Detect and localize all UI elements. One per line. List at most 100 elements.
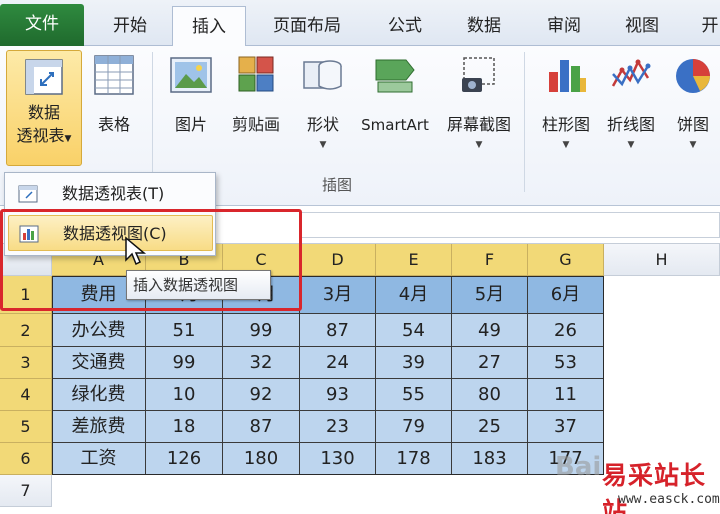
- column-chart-button[interactable]: 柱形图 ▼: [534, 52, 598, 152]
- tab-review[interactable]: 审阅: [526, 6, 602, 46]
- table-cell[interactable]: 87: [223, 411, 300, 443]
- row-header-1[interactable]: 1: [0, 276, 52, 314]
- table-cell[interactable]: 绿化费: [52, 379, 146, 411]
- table-cell[interactable]: 126: [146, 443, 223, 475]
- column-header-d[interactable]: D: [300, 244, 376, 276]
- column-header-h[interactable]: H: [604, 244, 720, 276]
- smartart-button[interactable]: SmartArt: [352, 52, 438, 138]
- table-cell[interactable]: 130: [300, 443, 376, 475]
- table-cell[interactable]: 24: [300, 347, 376, 379]
- table-cell[interactable]: 99: [223, 314, 300, 347]
- shapes-button[interactable]: 形状 ▼: [296, 52, 350, 152]
- pivot-table-icon: [25, 59, 63, 95]
- pivot-table-icon: [18, 185, 38, 203]
- table-cell[interactable]: 26: [528, 314, 604, 347]
- chevron-down-icon: ▼: [319, 140, 327, 150]
- smartart-icon: [375, 59, 415, 93]
- table-cell[interactable]: 183: [452, 443, 528, 475]
- watermark-baidu: Bai: [555, 452, 602, 482]
- tab-developer[interactable]: 开: [690, 6, 720, 46]
- tab-data[interactable]: 数据: [446, 6, 522, 46]
- tab-formulas[interactable]: 公式: [368, 6, 442, 46]
- picture-button[interactable]: 图片: [164, 52, 218, 138]
- row-header-2[interactable]: 2: [0, 314, 52, 347]
- tab-home[interactable]: 开始: [90, 6, 170, 46]
- pivot-table-button[interactable]: 数据 透视表▼: [6, 50, 82, 166]
- excel-window: 文件 开始 插入 页面布局 公式 数据 审阅 视图 开 数据 透视表▼ 表格 图…: [0, 0, 720, 514]
- tab-file[interactable]: 文件: [0, 4, 84, 46]
- tooltip: 插入数据透视图: [126, 270, 271, 300]
- table-cell[interactable]: 工资: [52, 443, 146, 475]
- table-cell[interactable]: 55: [376, 379, 452, 411]
- table-cell[interactable]: 93: [300, 379, 376, 411]
- table-cell[interactable]: 53: [528, 347, 604, 379]
- table-button[interactable]: 表格: [88, 52, 140, 138]
- pie-chart-icon: [676, 59, 710, 93]
- menu-item-pivot-chart[interactable]: 数据透视图(C): [8, 215, 213, 251]
- row-header-7[interactable]: 7: [0, 475, 52, 507]
- chevron-down-icon: ▼: [627, 140, 635, 150]
- table-cell[interactable]: 49: [452, 314, 528, 347]
- column-header-f[interactable]: F: [452, 244, 528, 276]
- picture-icon: [170, 57, 212, 93]
- row-header-4[interactable]: 4: [0, 379, 52, 411]
- table-header-cell[interactable]: 3月: [300, 276, 376, 314]
- tab-insert[interactable]: 插入: [172, 6, 246, 47]
- group-label-illustrations: 插图: [322, 176, 353, 194]
- menu-item-label: 数据透视图(C): [63, 224, 167, 243]
- table-cell[interactable]: 39: [376, 347, 452, 379]
- chevron-down-icon: ▼: [689, 140, 697, 150]
- table-cell[interactable]: 25: [452, 411, 528, 443]
- table-cell[interactable]: 54: [376, 314, 452, 347]
- ribbon-separator: [152, 52, 153, 192]
- row-header-3[interactable]: 3: [0, 347, 52, 379]
- table-cell[interactable]: 37: [528, 411, 604, 443]
- table-header-cell[interactable]: 4月: [376, 276, 452, 314]
- tab-page-layout[interactable]: 页面布局: [252, 6, 362, 46]
- watermark-url: www.easck.com: [618, 492, 720, 507]
- line-chart-button[interactable]: 折线图 ▼: [600, 52, 662, 152]
- pivot-table-label-1: 数据: [27, 103, 60, 122]
- tab-view[interactable]: 视图: [604, 6, 680, 46]
- table-cell[interactable]: 80: [452, 379, 528, 411]
- table-cell[interactable]: 79: [376, 411, 452, 443]
- screenshot-icon: [462, 57, 495, 92]
- table-label: 表格: [97, 115, 130, 134]
- mouse-cursor-icon: [125, 236, 147, 266]
- table-cell[interactable]: 51: [146, 314, 223, 347]
- table-header-cell[interactable]: 6月: [528, 276, 604, 314]
- pie-chart-button[interactable]: 饼图 ▼: [666, 52, 720, 152]
- picture-label: 图片: [174, 115, 207, 134]
- table-cell[interactable]: 180: [223, 443, 300, 475]
- table-cell[interactable]: 差旅费: [52, 411, 146, 443]
- menu-item-pivot-table[interactable]: 数据透视表(T): [8, 176, 213, 212]
- watermark: Bai 易采站长站 www.easck.com: [550, 450, 720, 514]
- column-chart-label: 柱形图: [541, 115, 590, 134]
- chevron-down-icon: ▼: [562, 140, 570, 150]
- table-cell[interactable]: 92: [223, 379, 300, 411]
- row-header-5[interactable]: 5: [0, 411, 52, 443]
- screenshot-button[interactable]: 屏幕截图 ▼: [440, 52, 518, 152]
- table-cell[interactable]: 23: [300, 411, 376, 443]
- column-chart-icon: [549, 60, 586, 92]
- table-header-cell[interactable]: 5月: [452, 276, 528, 314]
- table-cell[interactable]: 10: [146, 379, 223, 411]
- table-cell[interactable]: 交通费: [52, 347, 146, 379]
- row-header-6[interactable]: 6: [0, 443, 52, 475]
- table-cell[interactable]: 11: [528, 379, 604, 411]
- table-cell[interactable]: 办公费: [52, 314, 146, 347]
- formula-input[interactable]: [300, 212, 720, 238]
- table-cell[interactable]: 99: [146, 347, 223, 379]
- table-icon: [94, 55, 134, 95]
- column-header-g[interactable]: G: [528, 244, 604, 276]
- table-cell[interactable]: 32: [223, 347, 300, 379]
- column-header-e[interactable]: E: [376, 244, 452, 276]
- pivot-chart-icon: [19, 225, 39, 243]
- pie-chart-label: 饼图: [676, 115, 709, 134]
- clipart-button[interactable]: 剪贴画: [224, 52, 288, 138]
- chevron-down-icon: ▼: [475, 140, 483, 150]
- table-cell[interactable]: 27: [452, 347, 528, 379]
- table-cell[interactable]: 87: [300, 314, 376, 347]
- table-cell[interactable]: 18: [146, 411, 223, 443]
- table-cell[interactable]: 178: [376, 443, 452, 475]
